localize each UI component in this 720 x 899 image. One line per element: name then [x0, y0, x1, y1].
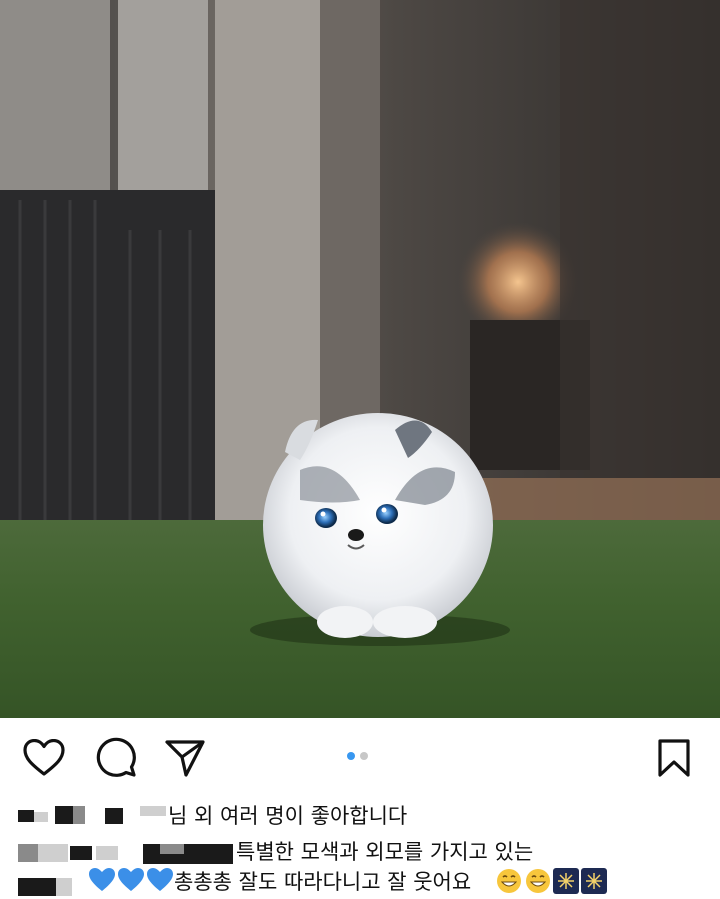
puppy-photo-illustration: [0, 0, 720, 718]
fireworks-emoji-group: [552, 867, 608, 899]
caption-line-1: 특별한 모색과 외모를 가지고 있는: [236, 840, 534, 864]
comment-bubble-icon[interactable]: [94, 736, 138, 780]
blue-heart-icon: [89, 868, 173, 891]
post-photo[interactable]: [0, 0, 720, 718]
grinning-face-icon: [497, 869, 550, 893]
heart-outline-icon[interactable]: [22, 736, 66, 780]
likes-summary[interactable]: 님 외 여러 명이 좋아합니다: [0, 798, 720, 832]
grin-emoji-group: [496, 868, 552, 898]
caption-line: 특별한 모색과 외모를 가지고 있는: [0, 834, 720, 866]
carousel-dot: [360, 752, 368, 760]
carousel-indicator: [347, 752, 368, 760]
likes-text: 님 외 여러 명이 좋아합니다: [168, 804, 408, 828]
fireworks-icon: [553, 868, 607, 894]
caption-line-2: 총총총 잘도 따라다니고 잘 웃어요: [174, 870, 472, 894]
bookmark-outline-icon[interactable]: [652, 736, 696, 780]
caption-line: 총총총 잘도 따라다니고 잘 웃어요: [0, 864, 720, 896]
post-action-bar: [0, 718, 720, 798]
carousel-dot-active: [347, 752, 355, 760]
paper-plane-icon[interactable]: [163, 736, 207, 780]
blue-heart-emoji-group: [88, 866, 174, 898]
